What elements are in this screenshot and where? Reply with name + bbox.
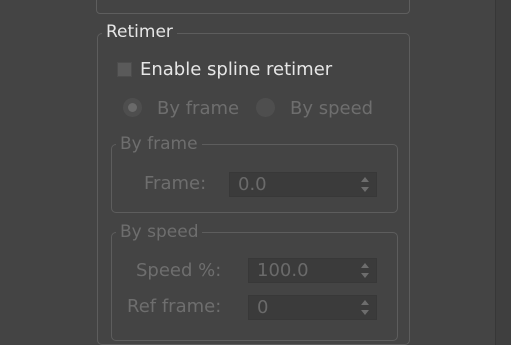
spinner-arrows-icon[interactable] (361, 177, 369, 192)
spinner-arrows-icon[interactable] (361, 300, 369, 315)
ref-frame-value[interactable]: 0 (257, 297, 268, 319)
enable-spline-retimer-checkbox[interactable] (117, 62, 132, 77)
by-frame-group-title: By frame (116, 134, 202, 154)
by-speed-group-title: By speed (116, 222, 203, 242)
frame-label: Frame: (144, 173, 207, 194)
speed-percent-label: Speed %: (136, 260, 222, 281)
frame-spinner[interactable]: 0.0 (229, 172, 377, 197)
speed-percent-spinner[interactable]: 100.0 (248, 258, 377, 283)
ref-frame-spinner[interactable]: 0 (248, 295, 377, 320)
ref-frame-label: Ref frame: (127, 296, 222, 317)
by-speed-radio-label[interactable]: By speed (290, 98, 373, 120)
by-frame-radio-label[interactable]: By frame (157, 98, 241, 120)
by-frame-radio[interactable] (123, 98, 142, 117)
radio-selected-dot (128, 103, 137, 112)
panel-scrollbar[interactable] (495, 0, 511, 345)
rollout-panel: Retimer Enable spline retimer By frame B… (0, 0, 511, 345)
by-speed-radio[interactable] (256, 98, 275, 117)
enable-spline-retimer-label[interactable]: Enable spline retimer (140, 59, 332, 81)
speed-percent-value[interactable]: 100.0 (257, 260, 309, 282)
retimer-title: Retimer (102, 22, 177, 42)
previous-group-frame (96, 0, 410, 14)
by-speed-group: By speed (111, 222, 398, 341)
frame-value[interactable]: 0.0 (238, 174, 267, 196)
spinner-arrows-icon[interactable] (361, 263, 369, 278)
